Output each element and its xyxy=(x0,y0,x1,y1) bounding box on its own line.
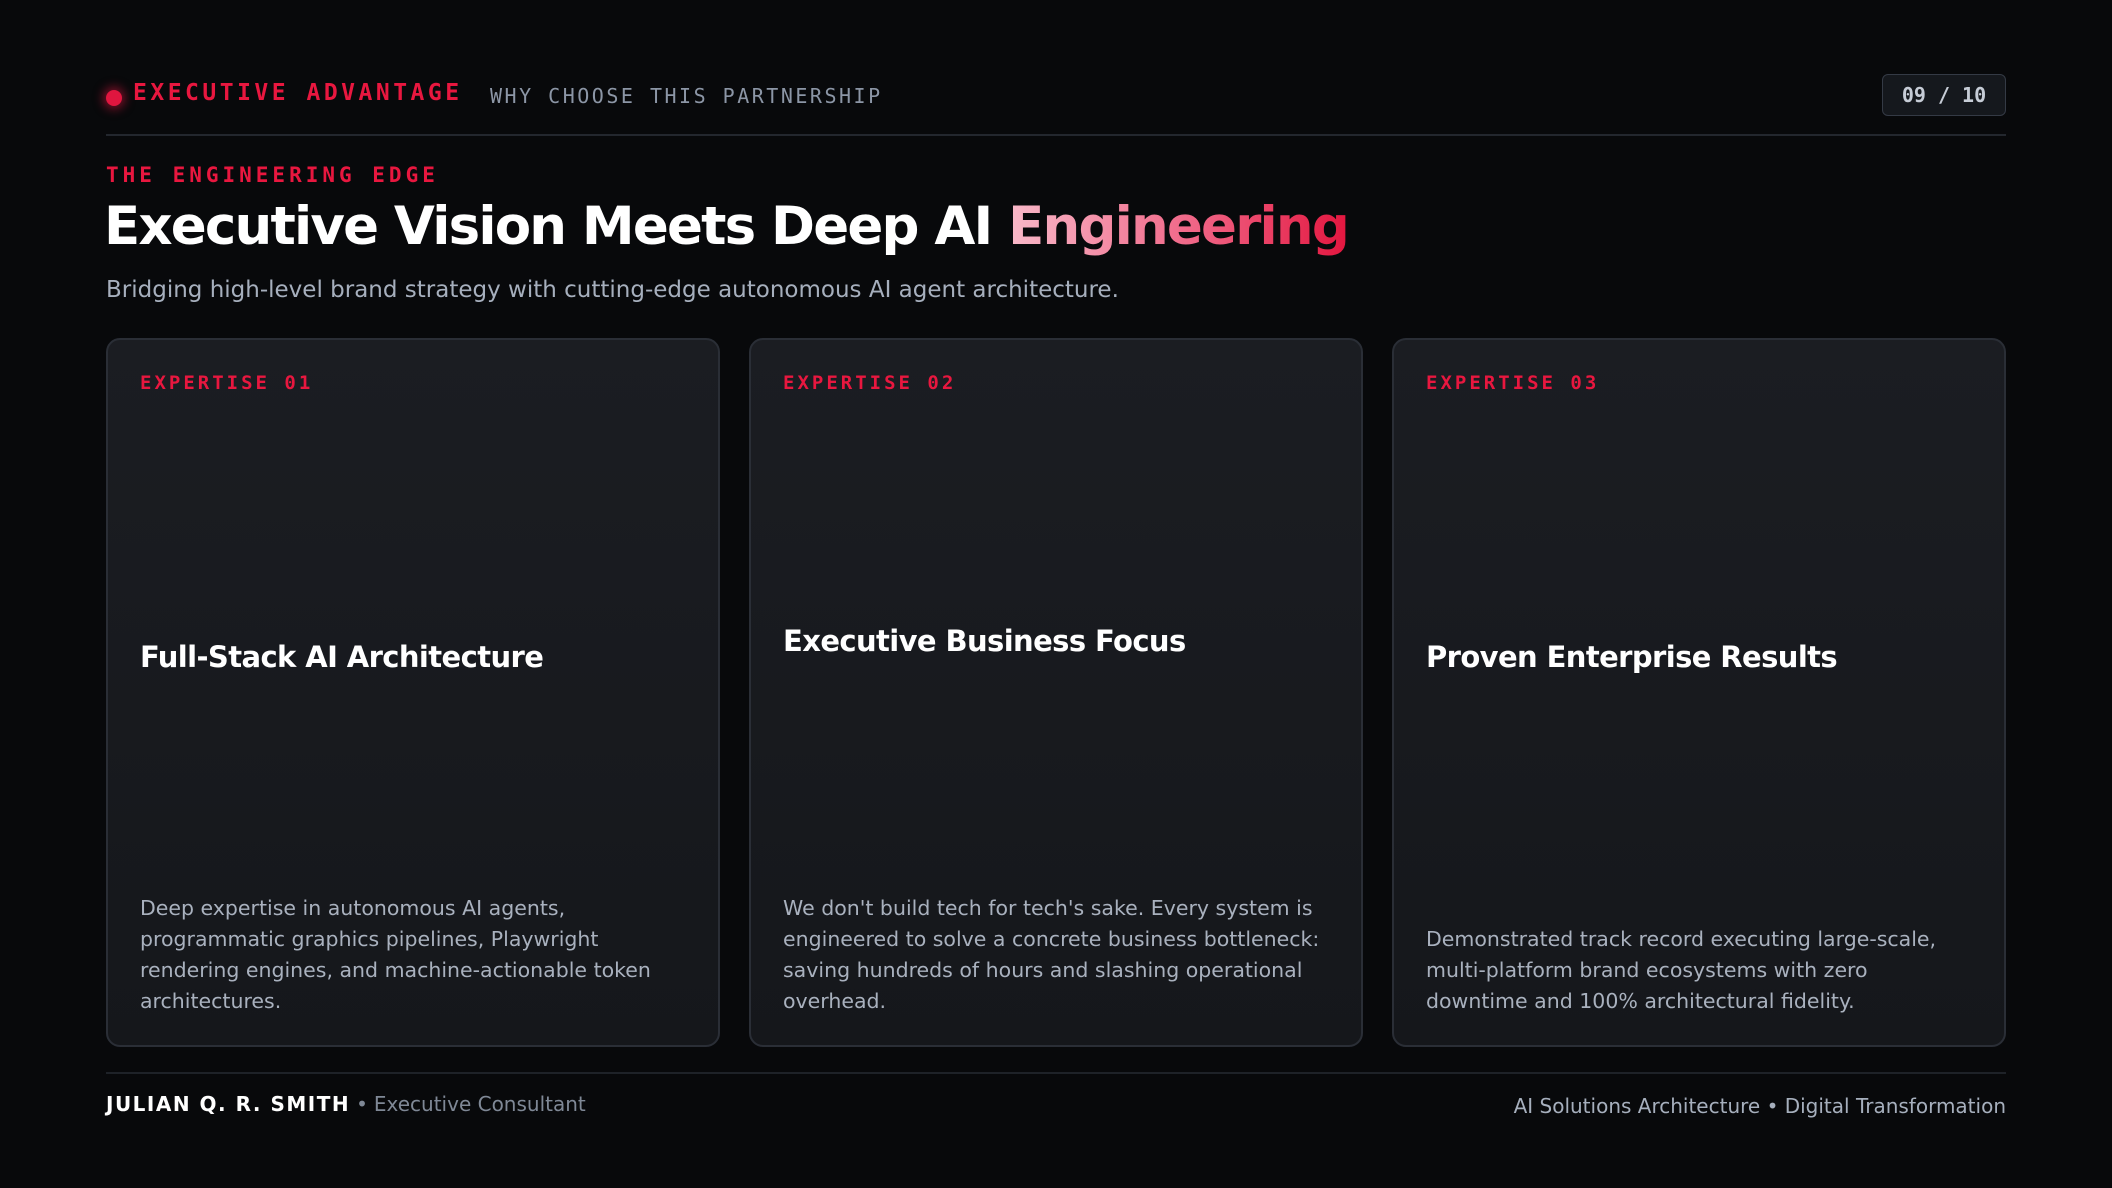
brand-label: EXECUTIVE ADVANTAGE xyxy=(133,80,463,106)
slide: EXECUTIVE ADVANTAGE WHY CHOOSE THIS PART… xyxy=(0,0,2112,1188)
slide-header: EXECUTIVE ADVANTAGE WHY CHOOSE THIS PART… xyxy=(106,74,2006,134)
card-label: EXPERTISE 03 xyxy=(1426,372,1600,394)
card-title: Proven Enterprise Results xyxy=(1426,640,1838,674)
card-body: Demonstrated track record executing larg… xyxy=(1426,927,1937,1013)
card-label: EXPERTISE 02 xyxy=(783,372,957,394)
brand-dot-icon xyxy=(106,90,122,106)
footer-divider xyxy=(106,1072,2006,1074)
section-label: WHY CHOOSE THIS PARTNERSHIP xyxy=(490,84,883,108)
card-label: EXPERTISE 01 xyxy=(140,372,314,394)
page-title: Executive Vision Meets Deep AI Engineeri… xyxy=(104,194,1350,260)
presenter-role: Executive Consultant xyxy=(373,1092,586,1116)
title-main: Executive Vision Meets Deep AI xyxy=(104,196,1009,257)
expertise-card-2: EXPERTISE 02 Executive Business Focus We… xyxy=(749,338,1363,1047)
header-divider xyxy=(106,134,2006,136)
eyebrow-label: THE ENGINEERING EDGE xyxy=(106,163,439,187)
footer-separator: • xyxy=(356,1092,368,1116)
presenter-name: JULIAN Q. R. SMITH xyxy=(106,1092,351,1116)
page-subtitle: Bridging high-level brand strategy with … xyxy=(106,277,1119,303)
title-accent: Engineering xyxy=(1008,196,1350,257)
page-counter: 09 / 10 xyxy=(1882,74,2006,116)
card-body: We don't build tech for tech's sake. Eve… xyxy=(783,896,1320,1013)
card-title: Executive Business Focus xyxy=(783,624,1186,658)
card-title: Full-Stack AI Architecture xyxy=(140,640,544,674)
expertise-card-1: EXPERTISE 01 Full-Stack AI Architecture … xyxy=(106,338,720,1047)
card-body: Deep expertise in autonomous AI agents, … xyxy=(140,896,651,1013)
expertise-card-3: EXPERTISE 03 Proven Enterprise Results D… xyxy=(1392,338,2006,1047)
footer-presenter: JULIAN Q. R. SMITH • Executive Consultant xyxy=(106,1092,586,1116)
footer-tagline: AI Solutions Architecture • Digital Tran… xyxy=(1513,1094,2006,1118)
